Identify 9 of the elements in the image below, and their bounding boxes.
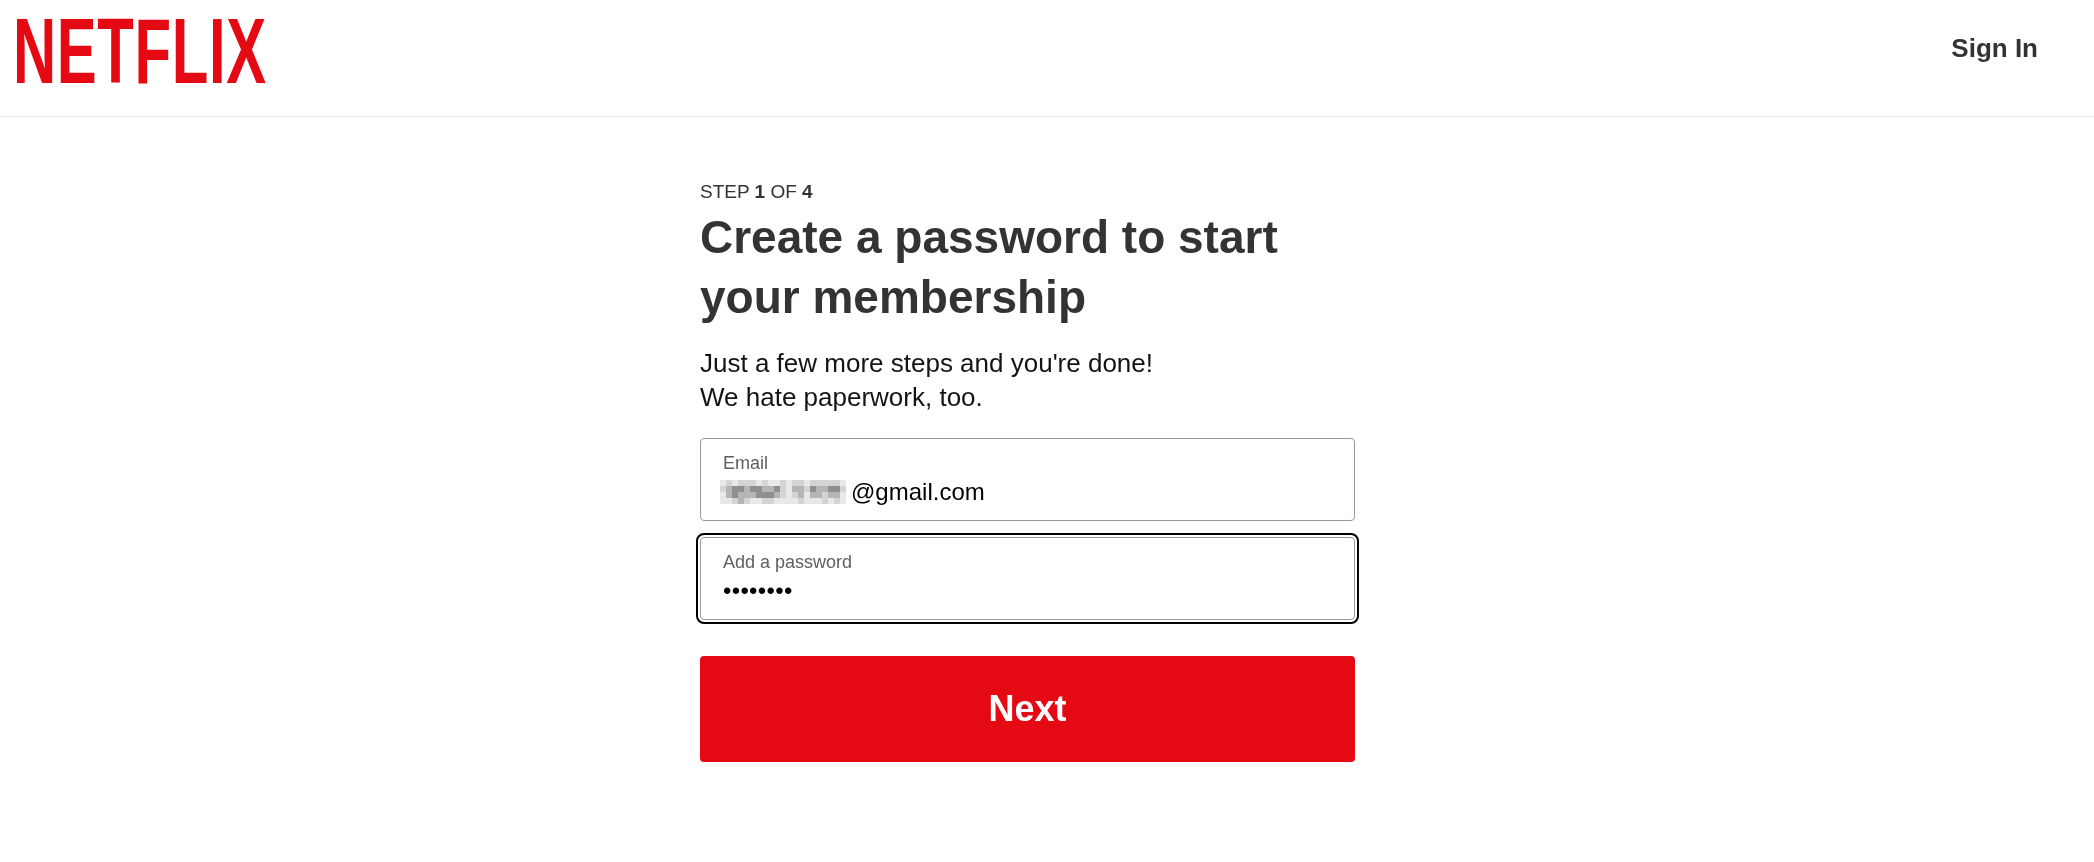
- subtitle-text: Just a few more steps and you're done!: [700, 347, 1154, 380]
- subtitle-text: We hate paperwork, too.: [700, 381, 984, 414]
- next-button[interactable]: Next: [700, 656, 1355, 762]
- sign-in-link[interactable]: Sign In: [1951, 33, 2038, 63]
- password-field[interactable]: Add a password ••••••••: [696, 533, 1359, 624]
- logo[interactable]: NETFLIX: [13, 18, 267, 84]
- page-title: Create a password to start your membership: [700, 210, 1279, 325]
- step-indicator: STEP 1 OF 4: [700, 180, 814, 204]
- email-field[interactable]: Email @gmail.com: [700, 438, 1355, 521]
